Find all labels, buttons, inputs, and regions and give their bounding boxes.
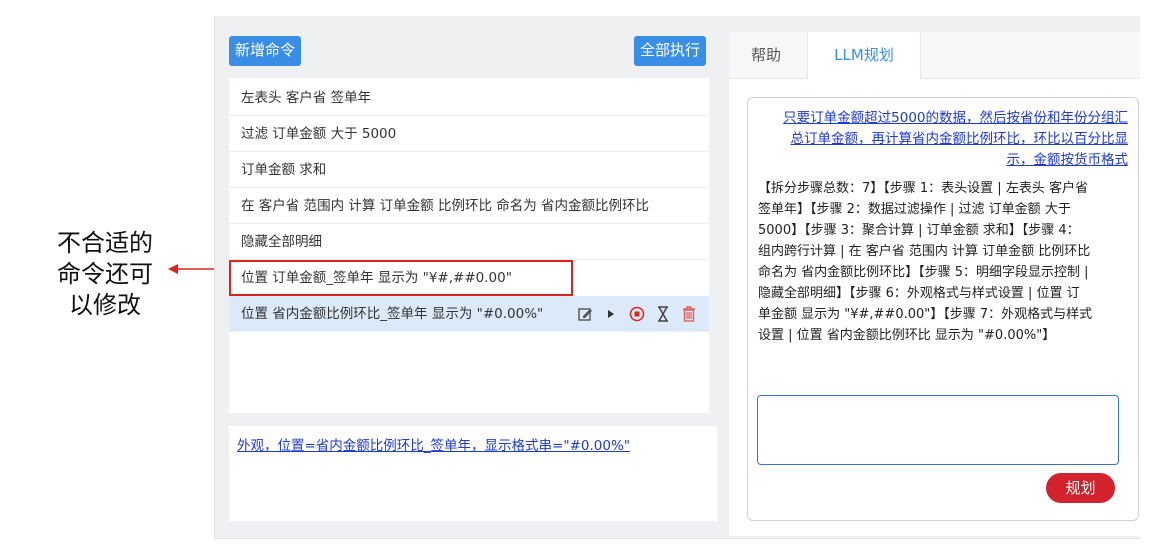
command-preview-link[interactable]: 外观，位置=省内金额比例环比_签单年，显示格式串="#0.00%" [237,434,630,454]
command-item[interactable]: 订单金额 求和 [229,152,709,188]
tab-llm-planning[interactable]: LLM规划 [807,32,921,79]
plan-line: 组内跨行计算 | 在 客户省 范围内 计算 订单金额 比例环比 [758,244,1091,259]
trash-icon[interactable] [681,306,697,322]
plan-line: 【拆分步骤总数：7】【步骤 1：表头设置 | 左表头 客户省 [758,181,1088,196]
run-all-button[interactable]: 全部执行 [634,36,707,66]
command-text: 在 客户省 范围内 计算 订单金额 比例环比 命名为 省内金额比例环比 [241,198,650,214]
annotation-line: 不合适的 [57,229,153,257]
command-item[interactable]: 过滤 订单金额 大于 5000 [229,116,709,152]
plan-line: 单金额 显示为 "¥#,##0.00"】【步骤 7：外观格式与样式 [758,307,1093,322]
plan-line: 命名为 省内金额比例环比】【步骤 5：明细字段显示控制 | [758,265,1089,280]
annotation-line: 命令还可 [57,260,153,288]
command-text: 隐藏全部明细 [241,234,322,250]
plan-result-text: 【拆分步骤总数：7】【步骤 1：表头设置 | 左表头 客户省 签单年】【步骤 2… [758,178,1128,346]
prompt-line: 示，金额按货币格式 [1006,152,1129,168]
prompt-line: 只要订单金额超过5000的数据，然后按省份和年份分组汇 [783,110,1128,126]
command-item[interactable]: 左表头 客户省 签单年 [229,80,709,116]
plan-line: 签单年】【步骤 2：数据过滤操作 | 过滤 订单金额 大于 [758,202,1071,217]
plan-line: 设置 | 位置 省内金额比例环比 显示为 "#0.00%"】 [758,328,1056,343]
command-list: 左表头 客户省 签单年 过滤 订单金额 大于 5000 订单金额 求和 在 客户… [229,78,709,413]
plan-input-field[interactable] [757,395,1119,465]
llm-planning-box: 只要订单金额超过5000的数据，然后按省份和年份分组汇 总订单金额，再计算省内金… [747,97,1139,521]
command-text: 位置 订单金额_签单年 显示为 "¥#,##0.00" [241,270,512,286]
play-icon[interactable] [603,306,619,322]
command-item[interactable]: 隐藏全部明细 [229,224,709,260]
command-toolbar: 新增命令 全部执行 [229,34,709,68]
prompt-link[interactable]: 只要订单金额超过5000的数据，然后按省份和年份分组汇 总订单金额，再计算省内金… [760,108,1128,171]
assistant-pane: 帮助 LLM规划 只要订单金额超过5000的数据，然后按省份和年份分组汇 总订单… [729,32,1140,536]
command-text: 过滤 订单金额 大于 5000 [241,126,397,142]
command-actions [577,296,697,332]
plan-line: 隐藏全部明细】【步骤 6：外观格式与样式设置 | 位置 订 [758,286,1080,301]
annotation-arrow [168,262,220,276]
prompt-line: 总订单金额，再计算省内金额比例环比，环比以百分比显 [790,131,1129,147]
command-item-highlighted[interactable]: 位置 订单金额_签单年 显示为 "¥#,##0.00" [229,260,573,296]
command-item-selected[interactable]: 位置 省内金额比例环比_签单年 显示为 "#0.00%" [229,296,709,332]
tab-bar: 帮助 LLM规划 [729,32,1140,79]
annotation-text: 不合适的 命令还可 以修改 [30,228,180,321]
app-window: 新增命令 全部执行 左表头 客户省 签单年 过滤 订单金额 大于 5000 订单… [214,16,1140,539]
plan-line: 5000】【步骤 3：聚合计算 | 订单金额 求和】【步骤 4： [758,223,1080,238]
command-text: 订单金额 求和 [241,162,327,178]
stop-icon[interactable] [629,306,645,322]
hourglass-icon[interactable] [655,306,671,322]
command-preview-panel: 外观，位置=省内金额比例环比_签单年，显示格式串="#0.00%" [229,426,717,521]
command-text: 左表头 客户省 签单年 [241,90,372,106]
command-item[interactable]: 在 客户省 范围内 计算 订单金额 比例环比 命名为 省内金额比例环比 [229,188,709,224]
edit-icon[interactable] [577,306,593,322]
add-command-button[interactable]: 新增命令 [229,36,302,66]
annotation-line: 以修改 [69,291,141,319]
plan-button[interactable]: 规划 [1046,473,1115,503]
command-text: 位置 省内金额比例环比_签单年 显示为 "#0.00%" [241,306,544,322]
tab-help[interactable]: 帮助 [751,32,781,78]
